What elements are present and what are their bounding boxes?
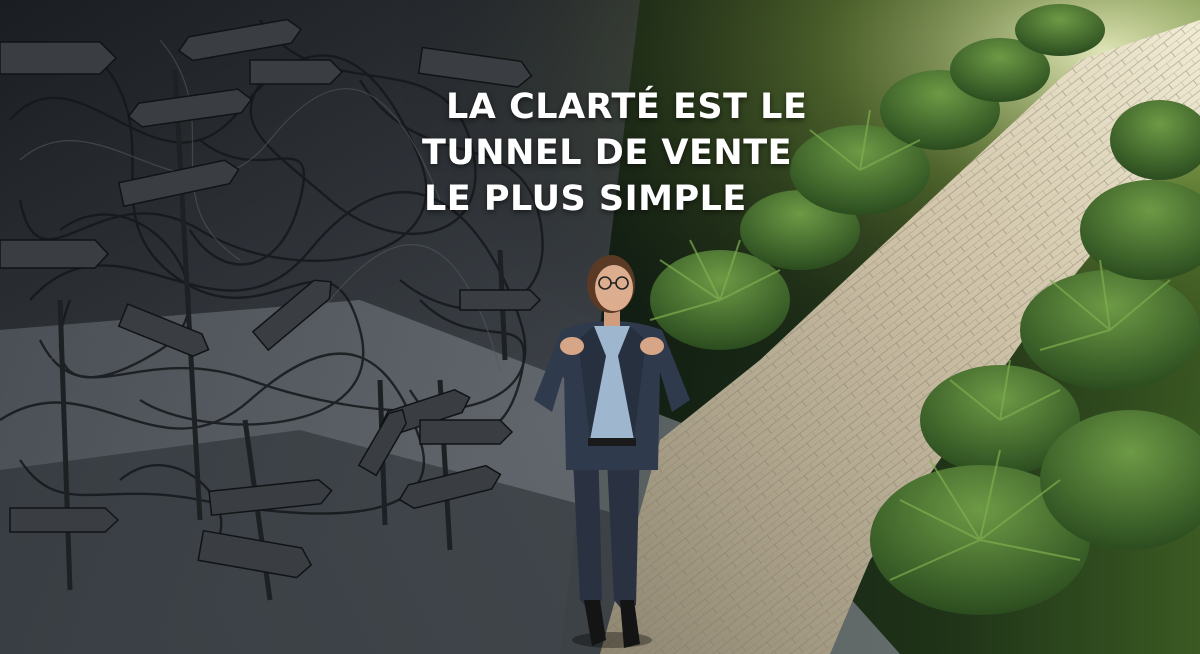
headline: LA CLARTÉ EST LE TUNNEL DE VENTE LE PLUS… bbox=[420, 84, 840, 222]
illustration-scene: LA CLARTÉ EST LE TUNNEL DE VENTE LE PLUS… bbox=[0, 0, 1200, 654]
headline-line-3: LE PLUS SIMPLE bbox=[424, 179, 747, 219]
headline-line-1: LA CLARTÉ EST LE bbox=[446, 87, 808, 127]
headline-line-2: TUNNEL DE VENTE bbox=[422, 133, 792, 173]
